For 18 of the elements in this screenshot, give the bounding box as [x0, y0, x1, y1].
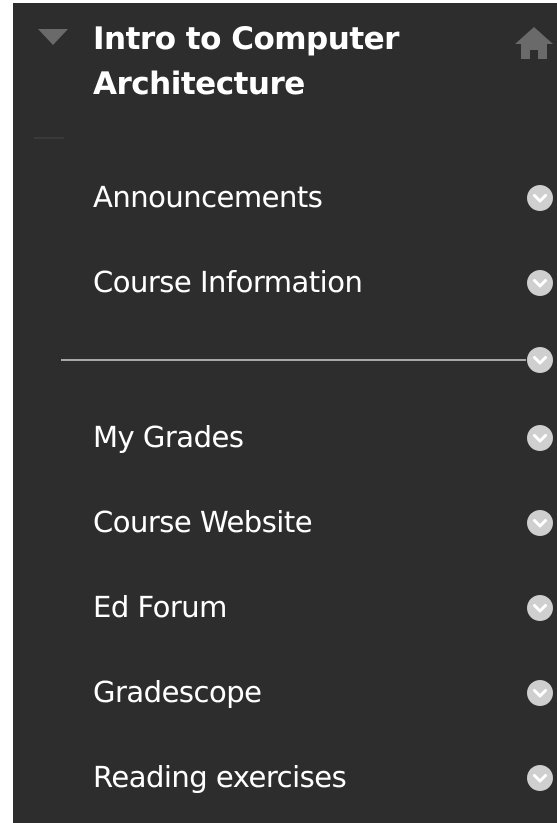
- chevron-down-icon[interactable]: [526, 184, 554, 212]
- chevron-down-icon[interactable]: [526, 678, 554, 706]
- menu-link[interactable]: Gradescope: [93, 670, 526, 714]
- menu-link[interactable]: My Grades: [93, 416, 526, 460]
- menu-link[interactable]: Announcements: [93, 176, 526, 220]
- home-icon[interactable]: [514, 25, 554, 61]
- chevron-down-icon[interactable]: [526, 346, 554, 374]
- triangle-icon: [38, 29, 68, 47]
- chevron-down-icon[interactable]: [526, 268, 554, 296]
- chevron-down-icon[interactable]: [526, 424, 554, 452]
- chevron-down-icon[interactable]: [526, 764, 554, 792]
- menu-link[interactable]: Ed Forum: [93, 586, 526, 630]
- menu-link[interactable]: Course Information: [93, 260, 526, 304]
- chevron-down-icon[interactable]: [526, 594, 554, 622]
- menu-link[interactable]: Reading exercises: [93, 756, 526, 800]
- menu-link[interactable]: Course Website: [93, 500, 526, 544]
- chevron-down-icon[interactable]: [526, 508, 554, 536]
- course-title: Intro to Computer Architecture: [93, 20, 400, 104]
